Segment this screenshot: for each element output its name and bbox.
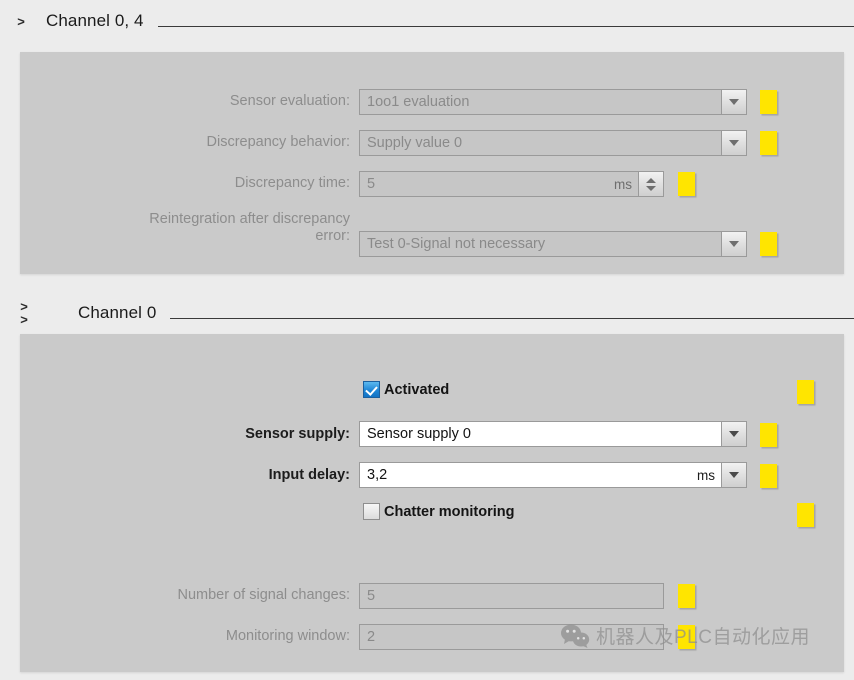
row-sensor-evaluation: Sensor evaluation:: [140, 93, 350, 110]
row-number-of-signal-changes: Number of signal changes:: [90, 587, 351, 604]
label-sensor-evaluation: Sensor evaluation:: [229, 93, 350, 109]
unit-label-ms: ms: [614, 176, 632, 192]
section-header-channel-0-4[interactable]: > Channel 0, 4: [0, 4, 854, 38]
marker-input-delay: [760, 464, 777, 488]
section-title: Channel 0, 4: [46, 11, 144, 30]
dropdown-sensor-supply[interactable]: Sensor supply 0: [359, 421, 747, 447]
marker-sensor-supply: [760, 423, 777, 447]
label-discrepancy-behavior: Discrepancy behavior:: [206, 134, 350, 150]
input-monitoring-window-value: 2: [367, 629, 376, 645]
row-discrepancy-behavior: Discrepancy behavior:: [140, 134, 350, 151]
spinner-discrepancy-time-value[interactable]: 5: [360, 172, 608, 196]
spinner-discrepancy-time[interactable]: 5 ms: [359, 171, 664, 197]
dropdown-reintegration-value: Test 0-Signal not necessary: [367, 236, 546, 252]
chevron-down-icon[interactable]: [721, 131, 746, 155]
section-title: Channel 0: [78, 303, 157, 322]
chevron-down-icon[interactable]: [721, 90, 746, 114]
dropdown-discrepancy-behavior[interactable]: Supply value 0: [359, 130, 747, 156]
dropdown-sensor-evaluation[interactable]: 1oo1 evaluation: [359, 89, 747, 115]
row-sensor-supply: Sensor supply:: [150, 426, 350, 443]
chevron-right-icon[interactable]: >: [14, 15, 28, 28]
marker-monitoring-window: [678, 625, 695, 649]
row-discrepancy-time: Discrepancy time:: [140, 175, 350, 192]
dropdown-sensor-evaluation-value: 1oo1 evaluation: [367, 94, 470, 110]
header-divider: [170, 317, 854, 319]
chevron-down-icon[interactable]: [721, 463, 746, 487]
dropdown-input-delay-value[interactable]: 3,2: [360, 463, 691, 487]
label-reintegration-after-discrepancy-error: Reintegration after discrepancy error:: [149, 211, 350, 245]
marker-discrepancy-behavior: [760, 131, 777, 155]
dropdown-sensor-supply-value: Sensor supply 0: [367, 426, 471, 442]
dropdown-input-delay[interactable]: 3,2 ms: [359, 462, 747, 488]
label-input-delay: Input delay:: [268, 467, 350, 483]
checkbox-row-chatter-monitoring[interactable]: Chatter monitoring: [363, 503, 515, 520]
unit-label-ms: ms: [697, 467, 715, 483]
marker-sensor-evaluation: [760, 90, 777, 114]
checkbox-activated-label: Activated: [384, 381, 450, 398]
input-number-of-signal-changes-value: 5: [367, 588, 376, 604]
row-reintegration: Reintegration after discrepancy error:: [60, 211, 350, 245]
row-monitoring-window: Monitoring window:: [90, 628, 350, 645]
checkbox-chatter-monitoring[interactable]: [363, 503, 380, 520]
section-header-channel-0[interactable]: > > Channel 0: [0, 296, 854, 330]
input-monitoring-window[interactable]: 2: [359, 624, 664, 650]
marker-reintegration: [760, 232, 777, 256]
checkbox-chatter-monitoring-label: Chatter monitoring: [384, 503, 515, 520]
checkbox-row-activated[interactable]: Activated: [363, 381, 449, 398]
marker-activated: [797, 380, 814, 404]
label-sensor-supply: Sensor supply:: [245, 426, 350, 442]
dropdown-reintegration[interactable]: Test 0-Signal not necessary: [359, 231, 747, 257]
chevron-right-icon[interactable]: > >: [14, 300, 48, 326]
chevron-down-icon[interactable]: [721, 232, 746, 256]
chevron-down-icon[interactable]: [721, 422, 746, 446]
dropdown-discrepancy-behavior-value: Supply value 0: [367, 135, 463, 151]
header-divider: [157, 25, 854, 27]
stepper-arrows[interactable]: [638, 172, 663, 196]
row-input-delay: Input delay:: [150, 467, 350, 484]
label-discrepancy-time: Discrepancy time:: [234, 175, 350, 191]
checkbox-activated[interactable]: [363, 381, 380, 398]
marker-discrepancy-time: [678, 172, 695, 196]
marker-number-of-signal-changes: [678, 584, 695, 608]
label-monitoring-window: Monitoring window:: [225, 628, 350, 644]
label-number-of-signal-changes: Number of signal changes:: [177, 587, 351, 603]
input-number-of-signal-changes[interactable]: 5: [359, 583, 664, 609]
marker-chatter-monitoring: [797, 503, 814, 527]
